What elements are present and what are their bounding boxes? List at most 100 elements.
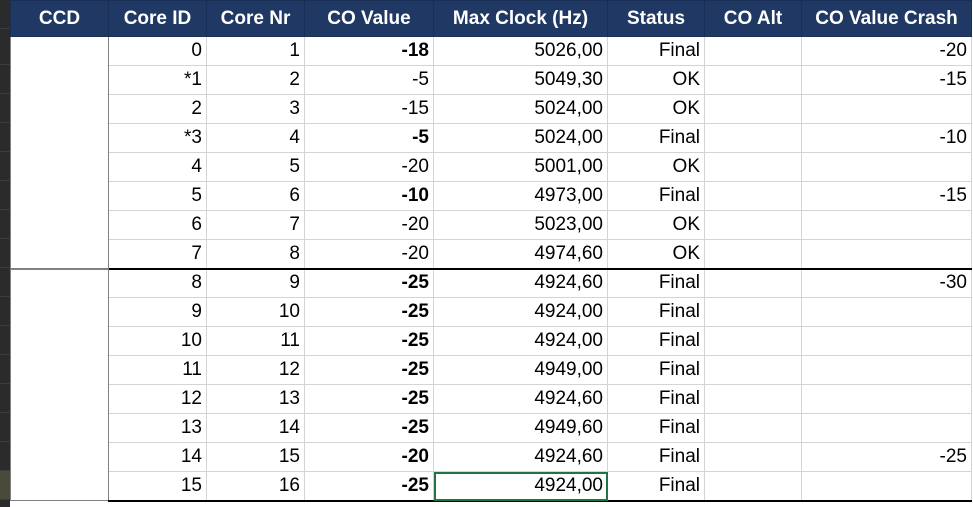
co-alt-cell[interactable] (704, 355, 802, 385)
core-nr-cell[interactable]: 9 (206, 267, 305, 298)
co-value-cell[interactable]: -20 (304, 152, 434, 182)
co-value-cell[interactable]: -5 (304, 123, 434, 153)
co-value-crash-cell[interactable]: -10 (801, 123, 972, 153)
header-co-alt[interactable]: CO Alt (704, 0, 802, 37)
co-alt-cell[interactable] (704, 267, 802, 298)
core-nr-cell[interactable]: 4 (206, 123, 305, 153)
status-cell[interactable]: Final (607, 123, 705, 153)
co-alt-cell[interactable] (704, 123, 802, 153)
co-value-crash-cell[interactable]: -15 (801, 181, 972, 211)
co-value-crash-cell[interactable] (801, 210, 972, 240)
max-clock-cell[interactable]: 4949,60 (433, 413, 608, 443)
status-cell[interactable]: Final (607, 384, 705, 414)
header-max-clock[interactable]: Max Clock (Hz) (433, 0, 608, 37)
core-nr-cell[interactable]: 3 (206, 94, 305, 124)
co-alt-cell[interactable] (704, 94, 802, 124)
core-nr-cell[interactable]: 2 (206, 65, 305, 95)
row-header[interactable] (0, 94, 10, 123)
max-clock-cell[interactable]: 5023,00 (433, 210, 608, 240)
core-id-cell[interactable]: 6 (108, 210, 207, 240)
max-clock-cell[interactable]: 5026,00 (433, 36, 608, 66)
core-id-cell[interactable]: 12 (108, 384, 207, 414)
row-header[interactable] (0, 413, 10, 442)
co-value-cell[interactable]: -20 (304, 210, 434, 240)
row-header[interactable] (0, 442, 10, 471)
core-nr-cell[interactable]: 15 (206, 442, 305, 472)
co-value-cell[interactable]: -25 (304, 471, 434, 502)
max-clock-cell[interactable]: 4924,00 (433, 326, 608, 356)
header-co-value-crash[interactable]: CO Value Crash (801, 0, 972, 37)
co-alt-cell[interactable] (704, 442, 802, 472)
co-value-crash-cell[interactable]: -25 (801, 442, 972, 472)
core-id-cell[interactable]: 14 (108, 442, 207, 472)
status-cell[interactable]: Final (607, 442, 705, 472)
status-cell[interactable]: Final (607, 181, 705, 211)
status-cell[interactable]: Final (607, 36, 705, 66)
co-value-cell[interactable]: -25 (304, 297, 434, 327)
max-clock-cell[interactable]: 4949,00 (433, 355, 608, 385)
co-value-cell[interactable]: -5 (304, 65, 434, 95)
status-cell[interactable]: OK (607, 239, 705, 269)
co-value-cell[interactable]: -18 (304, 36, 434, 66)
co-alt-cell[interactable] (704, 152, 802, 182)
max-clock-cell[interactable]: 5024,00 (433, 94, 608, 124)
header-core-nr[interactable]: Core Nr (206, 0, 305, 37)
row-header[interactable] (0, 65, 10, 94)
co-value-crash-cell[interactable]: -15 (801, 65, 972, 95)
co-value-cell[interactable]: -25 (304, 355, 434, 385)
max-clock-cell[interactable]: 4924,60 (433, 384, 608, 414)
row-header-strip[interactable] (0, 0, 10, 507)
max-clock-cell[interactable]: 4924,00 (433, 297, 608, 327)
core-id-cell[interactable]: 0 (108, 36, 207, 66)
status-cell[interactable]: Final (607, 355, 705, 385)
co-value-crash-cell[interactable] (801, 471, 972, 502)
row-header[interactable] (0, 326, 10, 355)
status-cell[interactable]: OK (607, 94, 705, 124)
max-clock-cell[interactable]: 4974,60 (433, 239, 608, 269)
co-alt-cell[interactable] (704, 413, 802, 443)
status-cell[interactable]: OK (607, 210, 705, 240)
max-clock-cell[interactable]: 4973,00 (433, 181, 608, 211)
co-value-crash-cell[interactable] (801, 152, 972, 182)
max-clock-cell[interactable]: 4924,60 (433, 442, 608, 472)
co-value-cell[interactable]: -25 (304, 267, 434, 298)
core-id-cell[interactable]: 7 (108, 239, 207, 269)
row-header[interactable] (0, 355, 10, 384)
status-cell[interactable]: OK (607, 152, 705, 182)
co-value-crash-cell[interactable]: -30 (801, 267, 972, 298)
core-nr-cell[interactable]: 7 (206, 210, 305, 240)
co-alt-cell[interactable] (704, 239, 802, 269)
co-value-crash-cell[interactable] (801, 239, 972, 269)
core-nr-cell[interactable]: 11 (206, 326, 305, 356)
core-id-cell[interactable]: 15 (108, 471, 207, 502)
core-id-cell[interactable]: 2 (108, 94, 207, 124)
co-value-crash-cell[interactable] (801, 384, 972, 414)
status-cell[interactable]: Final (607, 267, 705, 298)
row-header-selected[interactable] (0, 471, 10, 500)
status-cell[interactable]: Final (607, 471, 705, 502)
core-nr-cell[interactable]: 1 (206, 36, 305, 66)
co-value-cell[interactable]: -20 (304, 442, 434, 472)
max-clock-cell[interactable]: 4924,00 (433, 471, 608, 502)
co-value-cell[interactable]: -25 (304, 326, 434, 356)
co-value-crash-cell[interactable]: -20 (801, 36, 972, 66)
co-value-cell[interactable]: -25 (304, 384, 434, 414)
core-id-cell[interactable]: 5 (108, 181, 207, 211)
core-nr-cell[interactable]: 5 (206, 152, 305, 182)
core-id-cell[interactable]: 10 (108, 326, 207, 356)
header-ccd[interactable]: CCD (10, 0, 109, 37)
ccd-group-cell[interactable]: CCD2 (10, 267, 109, 501)
row-header[interactable] (0, 181, 10, 210)
core-id-cell[interactable]: 9 (108, 297, 207, 327)
row-header[interactable] (0, 239, 10, 268)
row-header[interactable] (0, 297, 10, 326)
co-value-cell[interactable]: -15 (304, 94, 434, 124)
status-cell[interactable]: OK (607, 65, 705, 95)
co-value-cell[interactable]: -10 (304, 181, 434, 211)
co-value-crash-cell[interactable] (801, 326, 972, 356)
core-id-cell[interactable]: *3 (108, 123, 207, 153)
core-id-cell[interactable]: *1 (108, 65, 207, 95)
core-id-cell[interactable]: 11 (108, 355, 207, 385)
core-nr-cell[interactable]: 14 (206, 413, 305, 443)
core-id-cell[interactable]: 8 (108, 267, 207, 298)
